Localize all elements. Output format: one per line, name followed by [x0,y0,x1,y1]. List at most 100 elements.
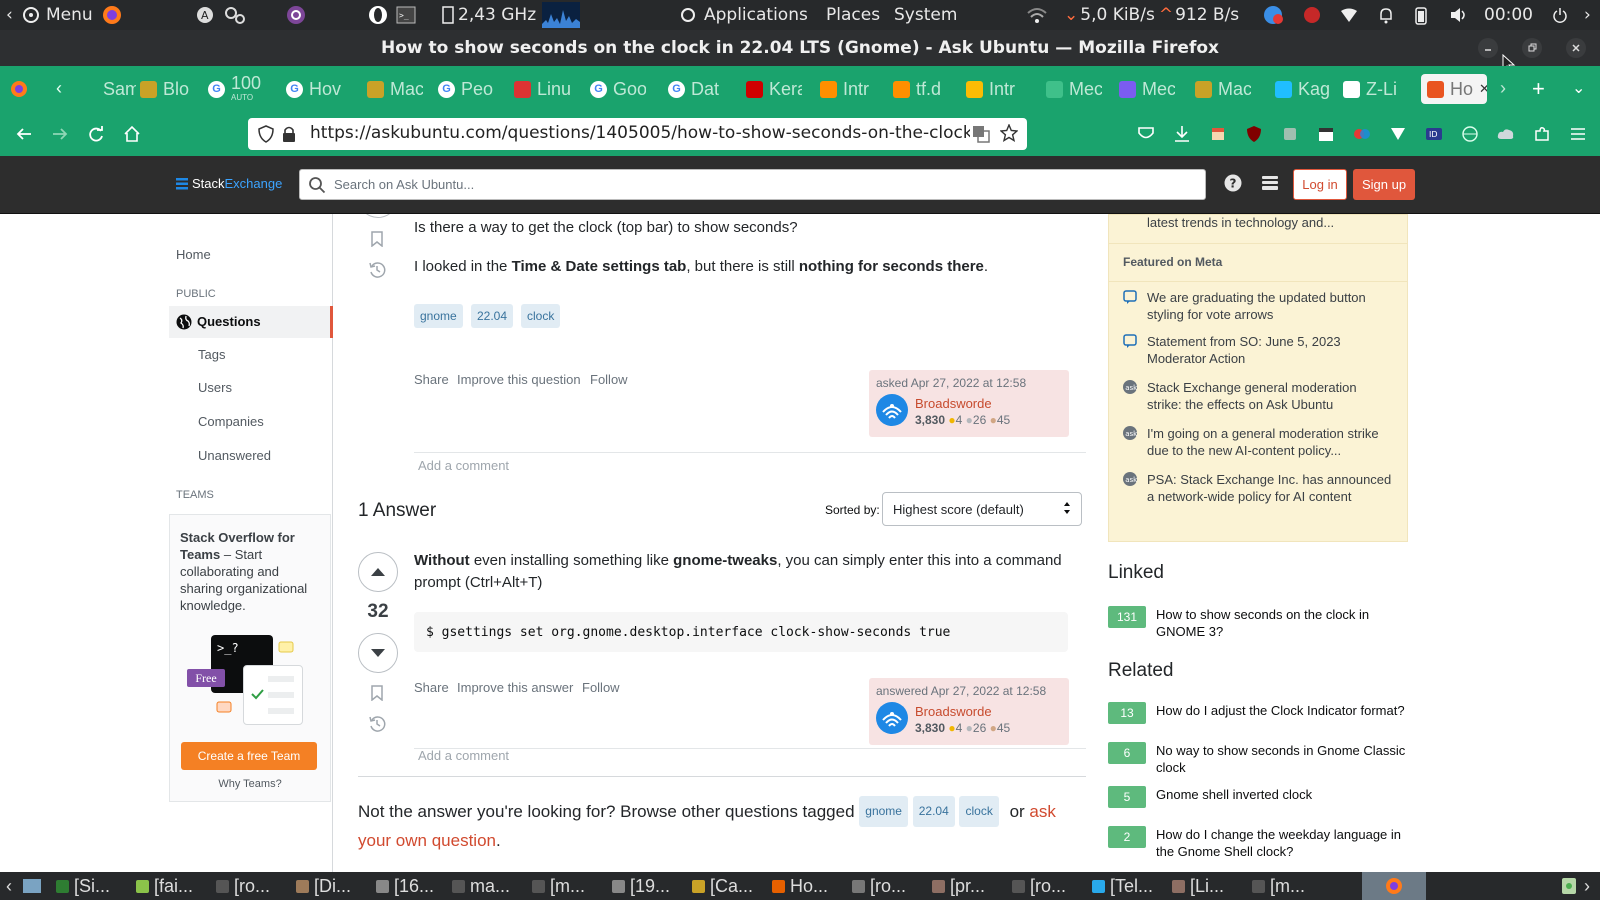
question-link-text[interactable]: How do I adjust the Clock Indicator form… [1156,702,1408,719]
tabs-scroll-right-icon[interactable]: › [1500,78,1506,99]
places-menu[interactable]: Places [826,0,880,30]
taskbar-window-item[interactable]: [fai... [136,872,216,900]
tab-2[interactable]: G 100 AUTO [208,74,264,104]
tab-7[interactable]: G Goo [590,74,646,104]
translate-icon[interactable] [972,125,990,143]
answer-code-block[interactable]: $ gsettings set org.gnome.desktop.interf… [414,612,1068,652]
tab-14[interactable]: Mec [1119,74,1175,104]
stackexchange-logo[interactable]: Stack Exchange [176,176,282,191]
question-link-text[interactable]: How do I change the weekday language in … [1156,826,1408,860]
taskbar-window-item[interactable]: [m... [532,872,612,900]
close-tab-icon[interactable]: ✕ [1479,81,1487,97]
tab-8[interactable]: G Dat [668,74,724,104]
user-avatar[interactable] [876,702,908,734]
question-add-comment[interactable]: Add a comment [418,458,509,473]
home-button[interactable] [122,124,142,144]
tab-17[interactable]: Z-Li [1343,74,1399,104]
wifi-icon[interactable] [1340,0,1358,30]
taskbar-scroll-right-icon[interactable]: › [1584,872,1590,900]
taskbar-window-item[interactable]: [ro... [1012,872,1092,900]
taskbar-window-item[interactable]: [ro... [852,872,932,900]
meta-item[interactable]: Statement from SO: June 5, 2023 Moderato… [1123,333,1393,367]
question-tag-2204[interactable]: 22.04 [471,304,514,328]
site-search-input[interactable]: Search on Ask Ubuntu... [299,169,1206,200]
tab-6[interactable]: Linu [514,74,570,104]
taskbar-window-item[interactable]: [19... [612,872,692,900]
question-tag-clock[interactable]: clock [521,304,561,328]
question-bookmark-icon[interactable] [370,231,384,247]
tab-18[interactable]: Ho ✕ [1421,74,1487,104]
taskbar-window-item[interactable]: [Li... [1172,872,1252,900]
meta-item[interactable]: ask Stack Exchange general moderation str… [1123,379,1393,413]
tab-1[interactable]: Blo [140,74,196,104]
taskbar-window-item[interactable]: ma... [452,872,532,900]
record-icon[interactable] [1302,0,1322,30]
tor-icon[interactable] [286,0,306,30]
footer-tag-clock[interactable]: clock [959,796,999,827]
calendar-extension-icon[interactable] [1316,124,1336,144]
nav-companies[interactable]: Companies [198,414,264,429]
taskbar-scroll-left-icon[interactable]: ‹ [6,872,12,900]
clock-label[interactable]: 00:00 [1484,0,1533,30]
tab-13[interactable]: Mec [1046,74,1102,104]
answer-downvote-button[interactable] [358,633,398,673]
tab-3[interactable]: G Hov [286,74,342,104]
close-button[interactable] [1566,38,1586,58]
taskbar-window-item[interactable]: [ro... [216,872,296,900]
tab-0[interactable]: Sam [80,74,136,104]
meta-item[interactable]: We are graduating the updated button sty… [1123,289,1393,323]
nav-tags[interactable]: Tags [198,347,225,362]
help-icon[interactable]: ? [1224,174,1242,192]
taskbar-window-item[interactable]: [16... [376,872,456,900]
question-link-text[interactable]: How to show seconds on the clock in GNOM… [1156,606,1408,640]
list-all-tabs-icon[interactable]: ⌄ [1572,78,1585,98]
footer-tag-gnome[interactable]: gnome [859,796,908,827]
shield-icon[interactable] [258,125,274,143]
back-button[interactable] [14,124,34,144]
user-avatar[interactable] [876,394,908,426]
reload-button[interactable] [86,124,106,144]
volume-icon[interactable] [1450,0,1468,30]
question-share-link[interactable]: Share [414,372,449,387]
battery-icon[interactable] [1414,0,1428,30]
applications-menu[interactable]: Applications [680,0,808,30]
window-titlebar[interactable]: How to show seconds on the clock in 22.0… [0,30,1600,74]
tabs-scroll-left-icon[interactable]: ‹ [56,78,62,99]
downloads-icon[interactable] [1172,124,1192,144]
lock-icon[interactable] [282,125,296,143]
taskbar-window-item[interactable]: [Ca... [692,872,772,900]
taskbar-window-item[interactable]: [m... [1252,872,1332,900]
cloud-extension-icon[interactable] [1496,124,1516,144]
tab-16[interactable]: Kag [1275,74,1331,104]
question-link-text[interactable]: Gnome shell inverted clock [1156,786,1408,803]
notification-badge-icon[interactable] [1262,0,1284,30]
question-follow-link[interactable]: Follow [590,372,628,387]
settings-gears-icon[interactable] [224,0,246,30]
bookmark-star-icon[interactable] [1000,124,1018,142]
answer-improve-link[interactable]: Improve this answer [457,680,573,695]
nav-users[interactable]: Users [198,380,232,395]
question-improve-link[interactable]: Improve this question [457,372,581,387]
taskbar-window-item[interactable]: [Tel... [1092,872,1172,900]
answer-follow-link[interactable]: Follow [582,680,620,695]
panel-scroll-right-icon[interactable]: › [1584,0,1591,30]
maximize-button[interactable] [1522,38,1542,58]
tab-11[interactable]: tf.d [893,74,949,104]
bell-icon[interactable] [1378,0,1394,30]
wifi-signal-icon[interactable] [1026,0,1048,30]
panel-scroll-left-icon[interactable]: ‹ [6,0,13,30]
tab-12[interactable]: Intr [966,74,1022,104]
question-link-text[interactable]: No way to show seconds in Gnome Classic … [1156,742,1408,776]
site-switcher-icon[interactable] [1261,174,1279,192]
login-button[interactable]: Log in [1293,169,1347,200]
answer-bookmark-icon[interactable] [370,685,384,701]
new-tab-icon[interactable]: + [1532,76,1545,102]
url-text[interactable]: https://askubuntu.com/questions/1405005/… [310,123,970,143]
meta-item[interactable]: ask I'm going on a general moderation str… [1123,425,1393,459]
question-history-icon[interactable] [368,261,386,279]
taskbar-window-item[interactable]: [Di... [296,872,376,900]
meta-item[interactable]: ask PSA: Stack Exchange Inc. has announce… [1123,471,1393,505]
address-bar[interactable]: https://askubuntu.com/questions/1405005/… [248,118,1027,150]
colorful-extension-icon[interactable] [1352,124,1372,144]
question-tag-gnome[interactable]: gnome [414,304,463,328]
